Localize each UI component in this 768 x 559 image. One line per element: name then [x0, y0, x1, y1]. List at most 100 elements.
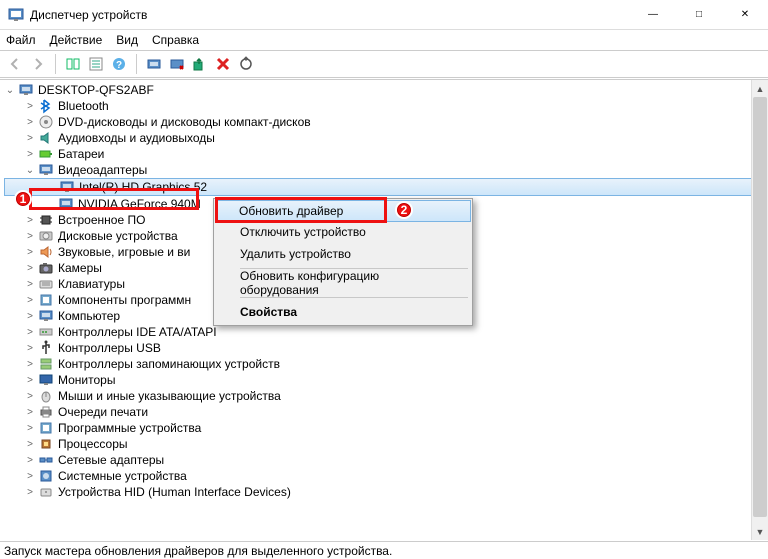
expander-icon[interactable]: > [24, 454, 36, 466]
expander-icon[interactable]: > [24, 262, 36, 274]
expander-icon[interactable]: > [24, 342, 36, 354]
drive-icon [38, 228, 54, 244]
expander-icon[interactable]: > [24, 214, 36, 226]
tree-node[interactable]: >Мыши и иные указывающие устройства [4, 388, 768, 404]
tree-node-label: Видеоадаптеры [58, 163, 147, 177]
ctx-separator-2 [240, 297, 468, 298]
tree-node-label: Камеры [58, 261, 102, 275]
expander-icon[interactable]: ⌄ [24, 164, 36, 176]
expander-icon[interactable]: > [24, 132, 36, 144]
status-text: Запуск мастера обновления драйверов для … [4, 544, 392, 558]
ctx-disable-device-label: Отключить устройство [240, 225, 366, 239]
expander-icon[interactable]: > [24, 294, 36, 306]
ctx-disable-device[interactable]: Отключить устройство [216, 221, 470, 243]
camera-icon [38, 260, 54, 276]
tree-node-label: Клавиатуры [58, 277, 125, 291]
ctx-properties[interactable]: Свойства [216, 301, 470, 323]
ctx-update-driver[interactable]: Обновить драйвер [215, 200, 471, 222]
tree-node[interactable]: >Очереди печати [4, 404, 768, 420]
menu-help[interactable]: Справка [152, 33, 199, 47]
scroll-down-button[interactable]: ▼ [752, 523, 768, 540]
tree-node[interactable]: >Устройства HID (Human Interface Devices… [4, 484, 768, 500]
scan-button[interactable] [235, 53, 257, 75]
expander-icon[interactable]: > [24, 422, 36, 434]
tree-node[interactable]: > Батареи [4, 146, 768, 162]
scan-hardware-toolbar-button[interactable] [189, 53, 211, 75]
context-menu: Обновить драйвер Отключить устройство Уд… [213, 198, 473, 326]
tree-node[interactable]: >Контроллеры USB [4, 340, 768, 356]
computer-icon [38, 308, 54, 324]
keyboard-icon [38, 276, 54, 292]
expander-icon[interactable]: > [24, 100, 36, 112]
mouse-icon [38, 388, 54, 404]
expander-icon[interactable]: > [24, 230, 36, 242]
show-hidden-button[interactable] [62, 53, 84, 75]
disable-device-toolbar-button[interactable] [166, 53, 188, 75]
usb-icon [38, 340, 54, 356]
expander-icon[interactable]: > [24, 358, 36, 370]
printer-icon [38, 404, 54, 420]
tree-node-label: Процессоры [58, 437, 128, 451]
expander-icon[interactable]: > [24, 374, 36, 386]
menu-action[interactable]: Действие [50, 33, 103, 47]
expander-icon[interactable]: > [24, 116, 36, 128]
tree-node-label: DVD-дисководы и дисководы компакт-дисков [58, 115, 311, 129]
tree-node-label: Мониторы [58, 373, 115, 387]
tree-node[interactable]: >Сетевые адаптеры [4, 452, 768, 468]
ctx-scan-hardware-label: Обновить конфигурацию оборудования [240, 269, 442, 297]
vertical-scrollbar[interactable]: ▲ ▼ [751, 80, 768, 540]
tree-node-label: Intel(R) HD Graphics 52 [79, 180, 207, 194]
status-bar: Запуск мастера обновления драйверов для … [0, 541, 768, 559]
tree-node[interactable]: >Intel(R) HD Graphics 52 [4, 178, 768, 196]
tree-node[interactable]: >Аудиовходы и аудиовыходы [4, 130, 768, 146]
expander-icon[interactable]: > [24, 310, 36, 322]
scroll-up-button[interactable]: ▲ [752, 80, 768, 97]
expander-icon[interactable]: > [24, 438, 36, 450]
tree-node[interactable]: > Процессоры [4, 436, 768, 452]
expander-icon[interactable]: > [24, 148, 36, 160]
tree-root[interactable]: ⌄DESKTOP-QFS2ABF [4, 82, 768, 98]
properties-button[interactable] [85, 53, 107, 75]
tree-node-label: Компьютер [58, 309, 120, 323]
menu-view[interactable]: Вид [116, 33, 138, 47]
close-button[interactable]: ✕ [722, 0, 768, 29]
maximize-button[interactable]: □ [676, 0, 722, 29]
tree-node-label: Батареи [58, 147, 104, 161]
tree-node[interactable]: > Системные устройства [4, 468, 768, 484]
tree-node-label: Контроллеры IDE ATA/ATAPI [58, 325, 217, 339]
tree-node[interactable]: >Контроллеры запоминающих устройств [4, 356, 768, 372]
tree-node[interactable]: ⌄ Видеоадаптеры [4, 162, 768, 178]
tree-node[interactable]: > Мониторы [4, 372, 768, 388]
sound-icon [38, 244, 54, 260]
network-icon [38, 452, 54, 468]
annotation-badge-1: 1 [14, 190, 32, 208]
annotation-badge-2: 2 [395, 201, 413, 219]
expander-icon[interactable]: > [24, 278, 36, 290]
expander-icon[interactable]: > [24, 406, 36, 418]
tree-node[interactable]: >Bluetooth [4, 98, 768, 114]
tree-node[interactable]: > Контроллеры IDE ATA/ATAPI [4, 324, 768, 340]
tree-node-label: Системные устройства [58, 469, 187, 483]
ctx-scan-hardware[interactable]: Обновить конфигурацию оборудования [216, 272, 470, 294]
update-driver-toolbar-button[interactable] [143, 53, 165, 75]
ctx-update-driver-label: Обновить драйвер [239, 204, 343, 218]
menu-file[interactable]: Файл [6, 33, 36, 47]
ctx-uninstall-device[interactable]: Удалить устройство [216, 243, 470, 265]
expander-icon[interactable]: > [24, 390, 36, 402]
help-button[interactable]: ? [108, 53, 130, 75]
uninstall-device-toolbar-button[interactable] [212, 53, 234, 75]
forward-button [27, 53, 49, 75]
system-icon [38, 468, 54, 484]
expander-icon[interactable]: ⌄ [4, 84, 16, 96]
expander-icon[interactable]: > [24, 486, 36, 498]
expander-icon[interactable]: > [24, 470, 36, 482]
svg-text:?: ? [116, 60, 122, 71]
expander-icon[interactable]: > [24, 326, 36, 338]
expander-icon[interactable]: > [24, 246, 36, 258]
tree-node[interactable]: > DVD-дисководы и дисководы компакт-диско… [4, 114, 768, 130]
tree-node[interactable]: >Программные устройства [4, 420, 768, 436]
tree-node-label: Компоненты программн [58, 293, 191, 307]
minimize-button[interactable]: — [630, 0, 676, 29]
back-button [4, 53, 26, 75]
scroll-thumb[interactable] [753, 97, 767, 517]
